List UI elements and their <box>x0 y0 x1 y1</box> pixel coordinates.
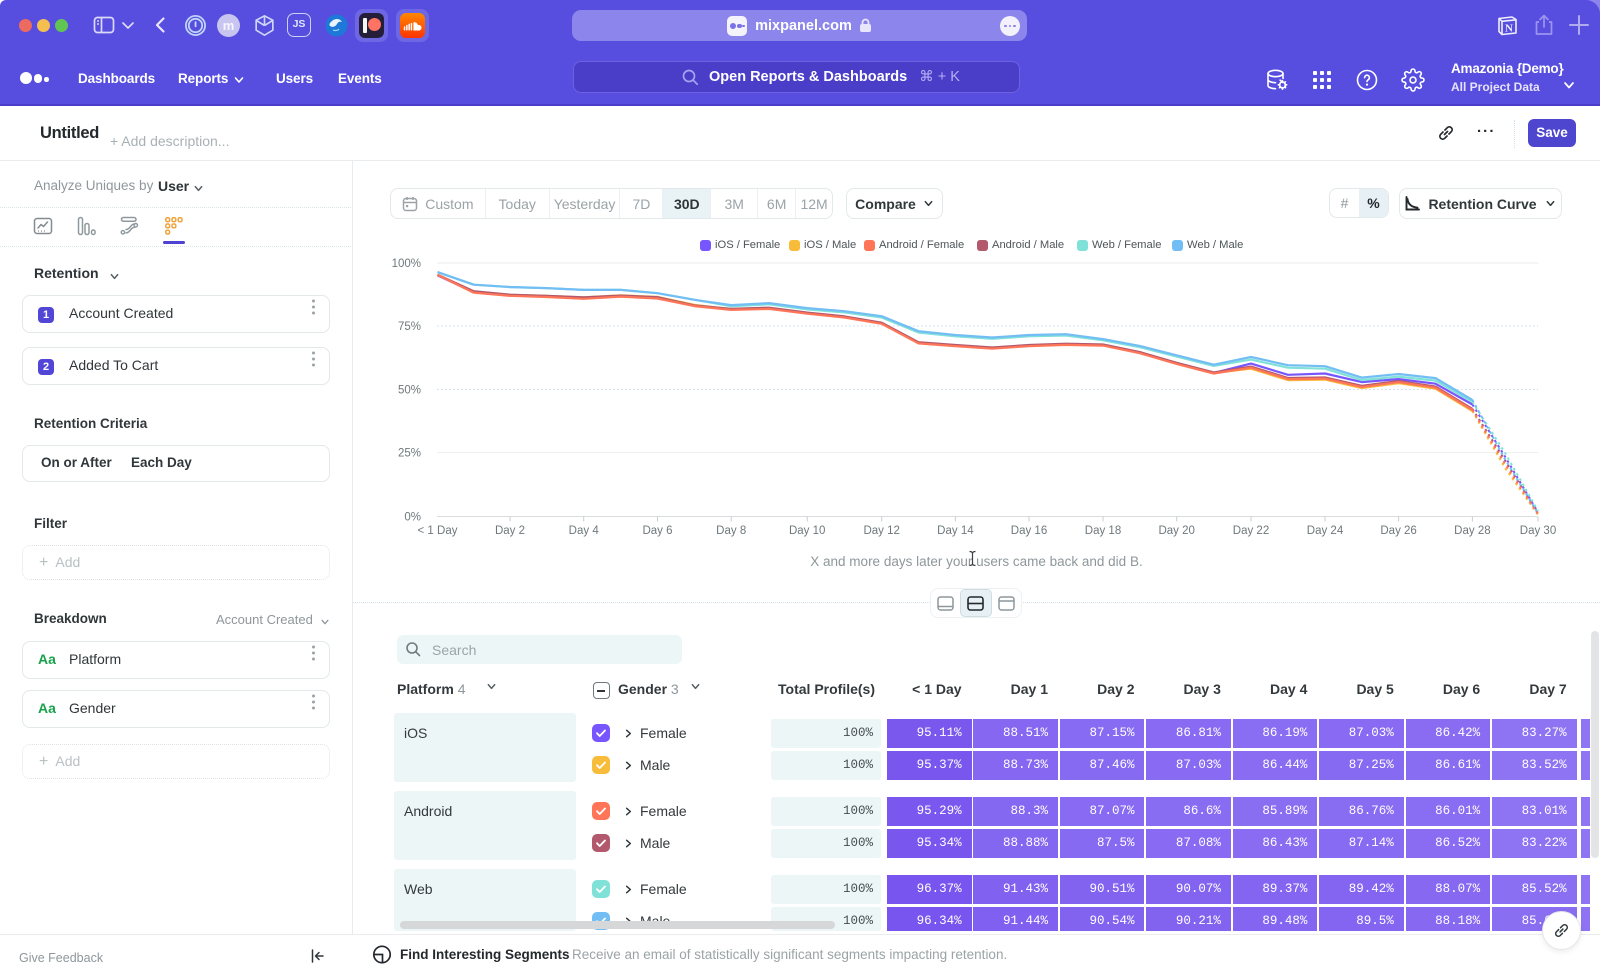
svg-text:100%: 100% <box>392 258 421 270</box>
svg-text:Day 20: Day 20 <box>1158 525 1194 537</box>
svg-text:75%: 75% <box>398 321 421 333</box>
svg-text:Day 4: Day 4 <box>569 525 600 537</box>
svg-text:Day 24: Day 24 <box>1307 525 1344 537</box>
svg-text:25%: 25% <box>398 448 421 460</box>
svg-text:Day 18: Day 18 <box>1085 525 1121 537</box>
svg-text:Day 30: Day 30 <box>1520 525 1556 537</box>
svg-text:Day 16: Day 16 <box>1011 525 1047 537</box>
svg-text:Day 2: Day 2 <box>495 525 525 537</box>
svg-text:50%: 50% <box>398 385 421 397</box>
svg-text:Day 12: Day 12 <box>863 525 899 537</box>
svg-text:< 1 Day: < 1 Day <box>418 525 458 537</box>
svg-text:Day 26: Day 26 <box>1380 525 1416 537</box>
svg-text:Day 6: Day 6 <box>642 525 672 537</box>
svg-text:Day 14: Day 14 <box>937 525 974 537</box>
svg-text:Day 10: Day 10 <box>789 525 825 537</box>
svg-text:Day 28: Day 28 <box>1454 525 1490 537</box>
svg-text:Day 8: Day 8 <box>716 525 746 537</box>
svg-text:N: N <box>1505 23 1513 35</box>
svg-text:Day 22: Day 22 <box>1233 525 1269 537</box>
svg-text:0%: 0% <box>404 512 421 524</box>
